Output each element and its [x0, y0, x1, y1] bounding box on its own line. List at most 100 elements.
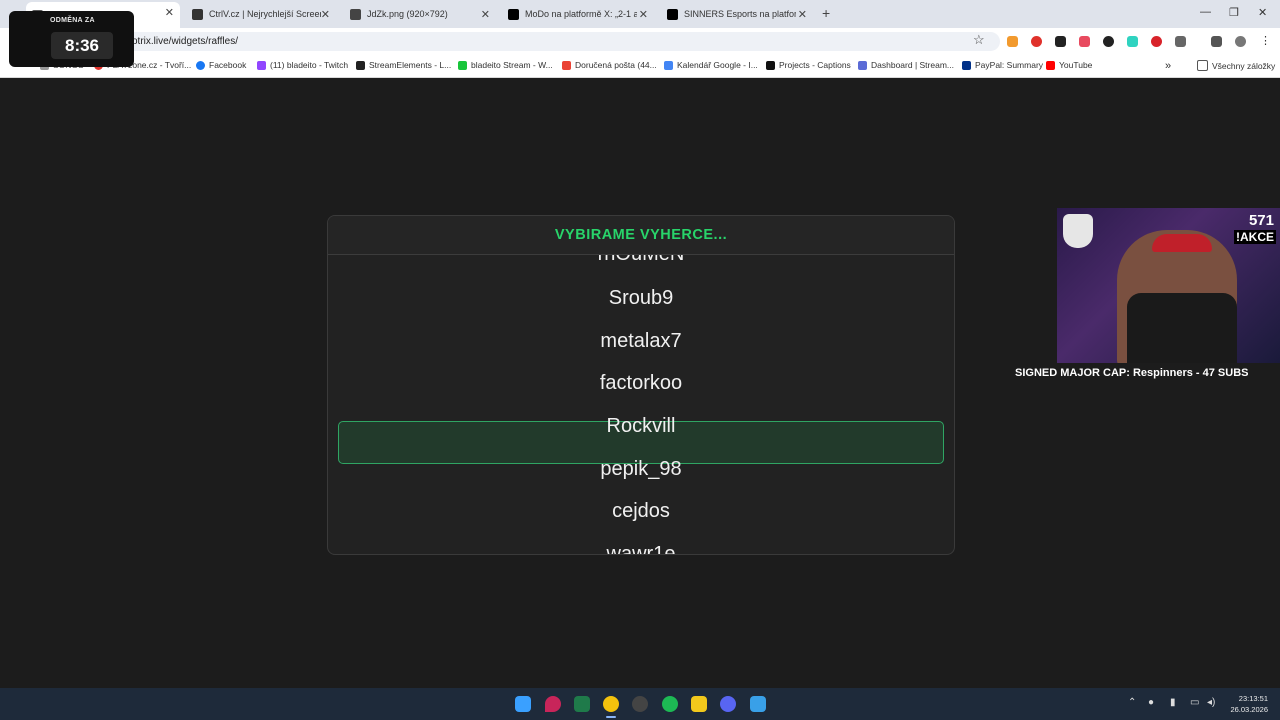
- countdown-label: ODMĚNA ZA: [50, 17, 95, 24]
- raffle-entry: Rockvill: [606, 415, 676, 437]
- facebook-icon: [196, 60, 205, 70]
- extension-icon[interactable]: [1127, 36, 1138, 47]
- raffle-entry: rhOuMeN: [328, 255, 954, 266]
- twitch-icon: [257, 60, 266, 70]
- reading-list-icon[interactable]: [1211, 36, 1222, 47]
- all-bookmarks-folder[interactable]: Všechny záložky: [1197, 60, 1275, 71]
- raffle-entry: Sroub9: [608, 287, 674, 309]
- bookmark-twitch[interactable]: (11) bladeito - Twitch: [257, 60, 348, 70]
- volume-icon[interactable]: ◂): [1207, 697, 1215, 708]
- extension-icon[interactable]: [1007, 36, 1018, 47]
- raffle-entry: wawr1e: [606, 543, 676, 554]
- bookmark-captions[interactable]: Projects - Captions: [766, 60, 851, 70]
- tab-ctrlv[interactable]: CtrlV.cz | Nejrychlejší ScreenSh ✕: [186, 4, 336, 24]
- tab-jdzk[interactable]: JdZk.png (920×792) ✕: [344, 4, 496, 24]
- overlay-akce-label: !AKCE: [1234, 230, 1276, 244]
- raffle-entry: cejdos: [612, 500, 670, 522]
- overlay-counter: 571: [1248, 212, 1274, 229]
- webcam-overlay: 571 !AKCE: [1057, 208, 1280, 363]
- raffle-entry: factorkoo: [599, 372, 683, 394]
- streamelements-icon: [356, 60, 365, 70]
- close-tab-icon[interactable]: ✕: [321, 8, 330, 21]
- bookmark-gmail[interactable]: Doručená pošta (44...: [562, 60, 657, 70]
- obs-icon[interactable]: [632, 696, 648, 712]
- profile-avatar-icon[interactable]: [1235, 36, 1246, 47]
- captions-icon: [766, 60, 775, 70]
- bookmarks-bar: SONGS PLAYzone.cz - Tvoří... Facebook (1…: [0, 55, 1280, 78]
- steam-tray-icon[interactable]: ●: [1148, 697, 1154, 708]
- url-text: otrix.live/widgets/raffles/: [132, 36, 238, 47]
- bookmark-bladeito-stream[interactable]: bladeito Stream - W...: [458, 60, 553, 70]
- x-favicon-icon: [508, 8, 519, 20]
- extensions-puzzle-icon[interactable]: [1175, 36, 1186, 47]
- browser-tab-strip: ✕ CtrlV.cz | Nejrychlejší ScreenSh ✕ JdZ…: [0, 0, 1280, 28]
- new-tab-button[interactable]: +: [822, 5, 830, 21]
- extension-icon[interactable]: [1031, 36, 1042, 47]
- youtube-icon: [1046, 60, 1055, 70]
- streamer-cap: [1152, 234, 1212, 252]
- bookmark-dashboard[interactable]: Dashboard | Stream...: [858, 60, 954, 70]
- raffle-entry: metalax7: [600, 330, 682, 352]
- overlay-ticker: SIGNED MAJOR CAP: Respinners - 47 SUBS: [1015, 367, 1249, 379]
- more-bookmarks-icon[interactable]: »: [1165, 60, 1171, 72]
- bookmark-calendar[interactable]: Kalendář Google - I...: [664, 60, 758, 70]
- extension-icon[interactable]: [1055, 36, 1066, 47]
- close-tab-icon[interactable]: ✕: [165, 6, 174, 19]
- streamer-shirt: [1127, 293, 1237, 363]
- discord-icon[interactable]: [720, 696, 736, 712]
- menu-kebab-icon[interactable]: ⋮: [1260, 36, 1271, 47]
- url-bar[interactable]: otrix.live/widgets/raffles/: [120, 32, 1000, 51]
- reward-countdown-widget: ODMĚNA ZA 8:36: [9, 11, 134, 67]
- tab-title: MoDo na platformě X: „2-1 aga: [525, 9, 637, 19]
- tab-title: SINNERS Esports na platformě: [684, 9, 796, 19]
- windows-start-icon[interactable]: [515, 696, 531, 712]
- close-window-icon[interactable]: ✕: [1258, 6, 1267, 19]
- image-favicon-icon: [350, 8, 361, 20]
- bookmark-facebook[interactable]: Facebook: [196, 60, 246, 70]
- bookmark-streamelements[interactable]: StreamElements - L...: [356, 60, 451, 70]
- close-tab-icon[interactable]: ✕: [639, 8, 648, 21]
- extension-icon[interactable]: [1151, 36, 1162, 47]
- raffle-widget: VYBIRAME VYHERCE... rhOuMeN Sroub9 metal…: [327, 215, 955, 555]
- ctrlv-favicon-icon: [192, 8, 203, 20]
- tab-modo[interactable]: MoDo na platformě X: „2-1 aga ✕: [502, 4, 654, 24]
- network-icon[interactable]: ▭: [1190, 697, 1199, 708]
- raffle-title: VYBIRAME VYHERCE...: [328, 216, 954, 255]
- close-tab-icon[interactable]: ✕: [481, 8, 490, 21]
- photos-icon[interactable]: [750, 696, 766, 712]
- extension-icon[interactable]: [1103, 36, 1114, 47]
- page-content: VYBIRAME VYHERCE... rhOuMeN Sroub9 metal…: [0, 78, 1280, 688]
- extension-icon[interactable]: [1079, 36, 1090, 47]
- excel-icon[interactable]: [574, 696, 590, 712]
- kakao-icon[interactable]: [691, 696, 707, 712]
- windows-taskbar: ⌃ ● ▮ ▭ ◂) 23:13:51 26.03.2026: [0, 688, 1280, 720]
- stream-icon: [458, 60, 467, 70]
- chrome-icon[interactable]: [603, 696, 619, 718]
- microphone-icon[interactable]: ▮: [1170, 697, 1176, 708]
- restore-icon[interactable]: ❐: [1229, 6, 1239, 19]
- paypal-icon: [962, 60, 971, 70]
- clock-date: 26.03.2026: [1230, 705, 1268, 714]
- tab-title: JdZk.png (920×792): [367, 9, 448, 19]
- bookmark-star-icon[interactable]: ☆: [973, 32, 985, 48]
- raffle-names-list: rhOuMeN Sroub9 metalax7 factorkoo Rockvi…: [328, 255, 954, 554]
- tab-title: CtrlV.cz | Nejrychlejší ScreenSh: [209, 9, 321, 19]
- clock-time: 23:13:51: [1238, 694, 1268, 703]
- gmail-icon: [562, 60, 571, 70]
- pin-icon[interactable]: [545, 696, 561, 712]
- spotify-icon[interactable]: [662, 696, 678, 712]
- countdown-timer: 8:36: [51, 32, 113, 59]
- close-tab-icon[interactable]: ✕: [798, 8, 807, 21]
- bookmark-youtube[interactable]: YouTube: [1046, 60, 1092, 70]
- raffle-entry: pepik_98: [600, 458, 682, 480]
- x-favicon-icon: [667, 8, 678, 20]
- calendar-icon: [664, 60, 673, 70]
- system-clock[interactable]: 23:13:51 26.03.2026: [1230, 693, 1268, 715]
- minimize-icon[interactable]: —: [1200, 6, 1211, 18]
- tray-chevron-icon[interactable]: ⌃: [1128, 697, 1136, 708]
- folder-icon: [1197, 60, 1208, 71]
- dashboard-icon: [858, 60, 867, 70]
- tab-sinners[interactable]: SINNERS Esports na platformě ✕: [661, 4, 813, 24]
- team-shield-logo: [1063, 214, 1093, 248]
- bookmark-paypal[interactable]: PayPal: Summary: [962, 60, 1043, 70]
